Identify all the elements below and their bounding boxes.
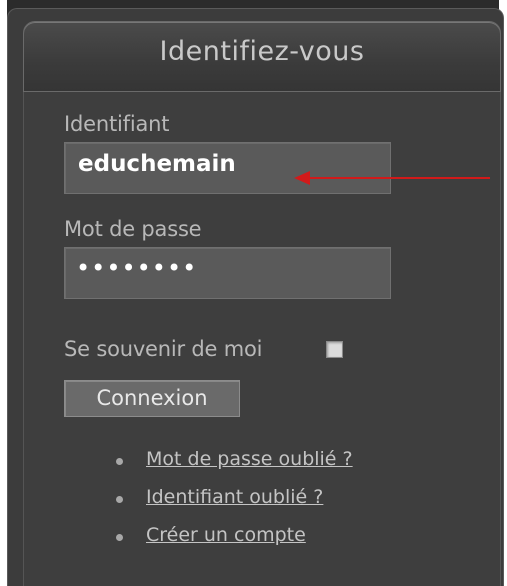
login-form: Identifiant educhemain Mot de passe ••••… bbox=[23, 92, 501, 586]
bullet-icon bbox=[116, 534, 123, 541]
create-account-link[interactable]: Créer un compte bbox=[146, 524, 306, 546]
password-value: •••••••• bbox=[76, 254, 198, 282]
annotation-arrow-line bbox=[308, 177, 490, 179]
remember-label: Se souvenir de moi bbox=[64, 337, 263, 361]
username-label: Identifiant bbox=[64, 112, 170, 136]
annotation-arrow-head bbox=[294, 171, 310, 185]
forgot-username-link[interactable]: Identifiant oublié ? bbox=[146, 486, 323, 508]
login-screen: Identifiez-vous Identifiant educhemain M… bbox=[0, 0, 507, 586]
password-label: Mot de passe bbox=[64, 217, 202, 241]
login-button[interactable]: Connexion bbox=[64, 380, 240, 417]
panel-header: Identifiez-vous bbox=[23, 21, 501, 92]
bullet-icon bbox=[116, 458, 123, 465]
bullet-icon bbox=[116, 496, 123, 503]
remember-checkbox[interactable] bbox=[326, 341, 343, 358]
username-value: educhemain bbox=[78, 151, 236, 177]
password-field[interactable]: •••••••• bbox=[64, 247, 391, 299]
username-field[interactable]: educhemain bbox=[64, 142, 391, 194]
forgot-password-link[interactable]: Mot de passe oublié ? bbox=[146, 448, 353, 470]
panel-title: Identifiez-vous bbox=[159, 36, 365, 67]
